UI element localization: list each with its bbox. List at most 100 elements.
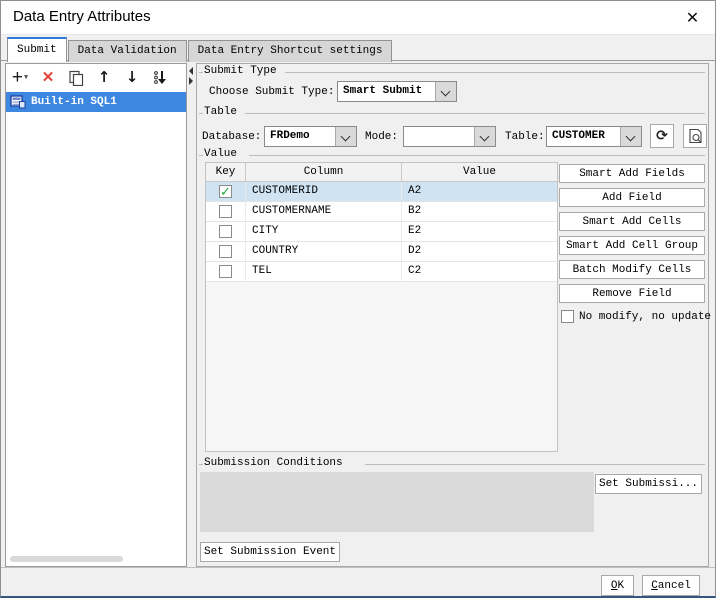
set-submission-condition-button[interactable]: Set Submissi... bbox=[595, 474, 702, 494]
no-modify-no-update-option[interactable]: No modify, no update bbox=[561, 310, 711, 323]
key-checkbox[interactable] bbox=[219, 185, 232, 198]
dialog-footer: OK Cancel bbox=[1, 567, 715, 598]
key-checkbox[interactable] bbox=[219, 265, 232, 278]
key-cell[interactable] bbox=[206, 262, 246, 281]
tab-submit[interactable]: Submit bbox=[7, 37, 67, 62]
column-header-value[interactable]: Value bbox=[402, 163, 557, 181]
close-icon: ✕ bbox=[686, 8, 699, 28]
value-cell[interactable]: C2 bbox=[402, 262, 557, 281]
tab-data-entry-shortcut-settings[interactable]: Data Entry Shortcut settings bbox=[188, 40, 393, 62]
choose-submit-type-label: Choose Submit Type: bbox=[209, 86, 334, 98]
value-cell[interactable]: D2 bbox=[402, 242, 557, 261]
submission-conditions-box[interactable] bbox=[200, 472, 594, 532]
table-value: CUSTOMER bbox=[547, 127, 620, 146]
key-cell[interactable] bbox=[206, 222, 246, 241]
key-cell[interactable] bbox=[206, 242, 246, 261]
panel-splitter[interactable] bbox=[187, 63, 196, 567]
move-up-button[interactable]: ↑ bbox=[90, 66, 118, 90]
preview-table-icon bbox=[688, 128, 703, 144]
submit-type-select[interactable]: Smart Submit bbox=[337, 81, 457, 102]
database-select[interactable]: FRDemo bbox=[264, 126, 357, 147]
refresh-icon: ⟳ bbox=[656, 129, 668, 143]
submit-list-panel: + ▼ ✕ ↑ ↓ bbox=[5, 63, 187, 567]
column-cell[interactable]: TEL bbox=[246, 262, 402, 281]
key-cell[interactable] bbox=[206, 202, 246, 221]
submit-items-list: Built-in SQL1 bbox=[6, 92, 186, 552]
table-row[interactable]: CUSTOMERIDA2 bbox=[206, 182, 557, 202]
builtin-sql-icon bbox=[10, 95, 26, 109]
dropdown-arrow-icon[interactable] bbox=[474, 127, 495, 146]
mode-label: Mode: bbox=[365, 131, 398, 143]
key-checkbox[interactable] bbox=[219, 245, 232, 258]
submit-type-group-label: Submit Type bbox=[204, 65, 283, 77]
ok-button[interactable]: OK bbox=[601, 575, 634, 596]
add-field-button[interactable]: Add Field bbox=[559, 188, 705, 207]
list-toolbar: + ▼ ✕ ↑ ↓ bbox=[6, 64, 186, 91]
column-cell[interactable]: CUSTOMERNAME bbox=[246, 202, 402, 221]
chevron-down-icon: ▼ bbox=[24, 74, 28, 82]
column-cell[interactable]: COUNTRY bbox=[246, 242, 402, 261]
list-item-label: Built-in SQL1 bbox=[31, 96, 117, 108]
table-row[interactable]: TELC2 bbox=[206, 262, 557, 282]
column-header-column[interactable]: Column bbox=[246, 163, 402, 181]
smart-add-cell-group-button[interactable]: Smart Add Cell Group bbox=[559, 236, 705, 255]
arrow-down-icon: ↓ bbox=[126, 70, 139, 85]
add-button[interactable]: + ▼ bbox=[6, 66, 34, 90]
scrollbar-thumb[interactable] bbox=[10, 556, 123, 562]
mode-value bbox=[404, 127, 474, 146]
value-group-label: Value bbox=[204, 148, 243, 160]
dropdown-arrow-icon[interactable] bbox=[435, 82, 456, 101]
key-checkbox[interactable] bbox=[219, 225, 232, 238]
tab-strip: SubmitData ValidationData Entry Shortcut… bbox=[1, 37, 715, 61]
close-button[interactable]: ✕ bbox=[670, 1, 715, 34]
dialog-title: Data Entry Attributes bbox=[13, 8, 151, 25]
remove-field-button[interactable]: Remove Field bbox=[559, 284, 705, 303]
data-entry-attributes-dialog: Data Entry Attributes ✕ SubmitData Valid… bbox=[0, 0, 716, 598]
copy-icon bbox=[68, 70, 84, 86]
dropdown-arrow-icon[interactable] bbox=[335, 127, 356, 146]
value-cell[interactable]: A2 bbox=[402, 182, 557, 201]
smart-add-cells-button[interactable]: Smart Add Cells bbox=[559, 212, 705, 231]
set-submission-event-button[interactable]: Set Submission Event bbox=[200, 542, 340, 562]
delete-x-icon: ✕ bbox=[42, 70, 55, 85]
database-value: FRDemo bbox=[265, 127, 335, 146]
key-checkbox[interactable] bbox=[219, 205, 232, 218]
preview-table-button[interactable] bbox=[683, 124, 707, 148]
move-down-button[interactable]: ↓ bbox=[118, 66, 146, 90]
submit-type-value: Smart Submit bbox=[338, 82, 435, 101]
value-cell[interactable]: B2 bbox=[402, 202, 557, 221]
batch-modify-cells-button[interactable]: Batch Modify Cells bbox=[559, 260, 705, 279]
plus-icon: + bbox=[12, 68, 23, 87]
key-cell[interactable] bbox=[206, 182, 246, 201]
value-table: KeyColumnValue CUSTOMERIDA2CUSTOMERNAMEB… bbox=[205, 162, 558, 452]
table-row[interactable]: COUNTRYD2 bbox=[206, 242, 557, 262]
expand-right-icon[interactable] bbox=[189, 77, 193, 85]
tab-data-validation[interactable]: Data Validation bbox=[68, 40, 187, 62]
table-row[interactable]: CUSTOMERNAMEB2 bbox=[206, 202, 557, 222]
table-label: Table: bbox=[505, 131, 545, 143]
column-header-key[interactable]: Key bbox=[206, 163, 246, 181]
cancel-button[interactable]: Cancel bbox=[642, 575, 700, 596]
no-modify-checkbox[interactable] bbox=[561, 310, 574, 323]
arrow-up-icon: ↑ bbox=[98, 70, 111, 85]
submit-settings-panel: Submit Type Choose Submit Type: Smart Su… bbox=[196, 63, 709, 567]
column-cell[interactable]: CUSTOMERID bbox=[246, 182, 402, 201]
dropdown-arrow-icon[interactable] bbox=[620, 127, 641, 146]
value-table-header: KeyColumnValue bbox=[206, 163, 557, 182]
table-row[interactable]: CITYE2 bbox=[206, 222, 557, 242]
refresh-button[interactable]: ⟳ bbox=[650, 124, 674, 148]
title-bar: Data Entry Attributes ✕ bbox=[1, 1, 715, 35]
move-to-bottom-button[interactable] bbox=[146, 66, 174, 90]
copy-button[interactable] bbox=[62, 66, 90, 90]
table-group-label: Table bbox=[204, 106, 243, 118]
value-cell[interactable]: E2 bbox=[402, 222, 557, 241]
column-cell[interactable]: CITY bbox=[246, 222, 402, 241]
table-select[interactable]: CUSTOMER bbox=[546, 126, 642, 147]
delete-button[interactable]: ✕ bbox=[34, 66, 62, 90]
mode-select[interactable] bbox=[403, 126, 496, 147]
smart-add-fields-button[interactable]: Smart Add Fields bbox=[559, 164, 705, 183]
horizontal-scrollbar[interactable] bbox=[8, 555, 184, 563]
list-item[interactable]: Built-in SQL1 bbox=[6, 92, 186, 112]
collapse-left-icon[interactable] bbox=[189, 67, 193, 75]
submission-conditions-group-label: Submission Conditions bbox=[204, 457, 349, 469]
